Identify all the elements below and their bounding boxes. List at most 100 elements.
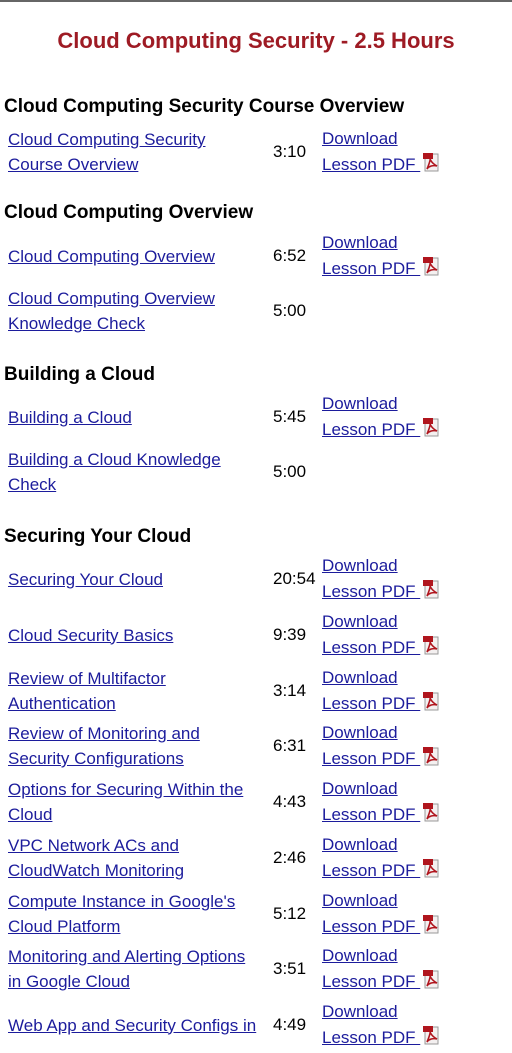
download-label: Download [322,556,398,575]
lesson-title-cell: Cloud Computing Overview [8,228,268,284]
download-label: Download [322,946,398,965]
lesson-row: Options for Securing Within the Cloud 4:43… [0,774,512,830]
download-pdf-link[interactable]: Download Lesson PDF [322,609,440,661]
lesson-title-line1: Monitoring and Alerting Options [8,947,246,966]
lesson-title-cell: Review of Multifactor Authentication [8,663,268,719]
lesson-title-cell: Cloud Computing Overview Knowledge Check [8,283,268,339]
download-cell: Download Lesson PDF [322,607,440,663]
lesson-link[interactable]: Web App and Security Configs in [8,1013,256,1038]
download-label: Download [322,394,398,413]
lesson-duration: 4:43 [273,792,307,811]
download-cell: Download Lesson PDF [322,551,440,607]
lesson-duration: 5:12 [273,904,307,923]
download-pdf-link[interactable]: Download Lesson PDF [322,999,440,1051]
download-cell: Download Lesson PDF [322,389,440,445]
pdf-icon [423,418,439,437]
pdf-icon [423,915,439,934]
lesson-title-cell: Building a Cloud [8,389,268,445]
download-pdf-link[interactable]: Download Lesson PDF [322,126,440,178]
pdf-icon [423,257,439,276]
lesson-duration: 9:39 [273,625,307,644]
lesson-title-line1: Building a Cloud [8,407,132,427]
pdf-icon [423,580,439,599]
lesson-link[interactable]: Compute Instance in Google's Cloud Platfo… [8,889,235,939]
lesson-title-line1: Review of Multifactor [8,669,166,688]
lesson-link[interactable]: Options for Securing Within the Cloud [8,777,243,827]
lesson-pdf-label: Lesson PDF [322,259,421,278]
lesson-link[interactable]: VPC Network ACs and CloudWatch Monitoring [8,833,184,883]
lesson-link[interactable]: Cloud Computing Security Course Overview [8,127,205,177]
lesson-row: Review of Multifactor Authentication 3:14 D… [0,663,512,719]
lesson-row: Building a Cloud 5:45 Download Lesson PDF [0,389,512,445]
download-label: Download [322,612,398,631]
lesson-link[interactable]: Securing Your Cloud [8,567,163,592]
lesson-title-cell: Options for Securing Within the Cloud [8,774,268,830]
download-label: Download [322,723,398,742]
download-cell: Download Lesson PDF [322,997,440,1053]
lesson-duration: 5:00 [273,462,307,481]
lesson-title-line2: Security Configurations [8,749,184,768]
lesson-link[interactable]: Review of Monitoring and Security Configu… [8,721,200,771]
lesson-link[interactable]: Monitoring and Alerting Options in Google… [8,944,245,994]
lesson-pdf-label: Lesson PDF [322,972,421,991]
download-pdf-link[interactable]: Download Lesson PDF [322,720,440,772]
pdf-icon [423,803,439,822]
download-label: Download [322,233,398,252]
lesson-link[interactable]: Cloud Computing Overview Knowledge Check [8,286,215,336]
lesson-pdf-label: Lesson PDF [322,420,421,439]
lesson-title-line1: Compute Instance in Google's [8,892,236,911]
lesson-title-line1: Securing Your Cloud [8,569,164,589]
download-pdf-link[interactable]: Download Lesson PDF [322,391,440,443]
download-label: Download [322,1002,398,1021]
download-pdf-link[interactable]: Download Lesson PDF [322,888,440,940]
lesson-row: Cloud Security Basics 9:39 Download Lesson … [0,607,512,663]
lesson-pdf-label: Lesson PDF [322,861,421,880]
lesson-row: Cloud Computing Overview 6:52 Download Less… [0,228,512,284]
lesson-title-line1: Cloud Computing Overview [8,289,215,308]
lesson-link[interactable]: Building a Cloud Knowledge Check [8,447,221,497]
lesson-title-line1: VPC Network ACs and [8,836,180,855]
lesson-title-cell: Cloud Computing Security Course Overview [8,124,268,180]
lesson-link[interactable]: Building a Cloud [8,405,132,430]
lesson-row: Monitoring and Alerting Options in Google… [0,941,512,997]
download-label: Download [322,129,398,148]
pdf-icon [423,859,439,878]
download-pdf-link[interactable]: Download Lesson PDF [322,665,440,717]
download-pdf-link[interactable]: Download Lesson PDF [322,943,440,995]
lesson-pdf-label: Lesson PDF [322,917,421,936]
download-label: Download [322,835,398,854]
lesson-row: Compute Instance in Google's Cloud Platfo… [0,886,512,942]
lesson-duration: 6:52 [273,246,307,265]
lesson-pdf-label: Lesson PDF [322,582,421,601]
download-cell: Download Lesson PDF [322,886,440,942]
lesson-title-cell: Cloud Security Basics [8,607,268,663]
pdf-icon [423,1026,439,1045]
lesson-link[interactable]: Cloud Computing Overview [8,244,215,269]
lesson-duration: 3:14 [273,681,307,700]
lesson-link[interactable]: Cloud Security Basics [8,623,173,648]
lesson-title-line2: Course Overview [8,155,139,174]
lesson-title-line2: Check [8,475,57,494]
lesson-duration: 3:10 [273,142,307,161]
section-heading: Cloud Computing Overview [4,202,254,223]
lesson-link[interactable]: Review of Multifactor Authentication [8,666,166,716]
lesson-title-line1: Cloud Computing Security [8,130,206,149]
download-pdf-link[interactable]: Download Lesson PDF [322,230,440,282]
download-pdf-link[interactable]: Download Lesson PDF [322,776,440,828]
download-label: Download [322,779,398,798]
lesson-pdf-label: Lesson PDF [322,749,421,768]
lesson-duration: 2:46 [273,848,307,867]
lesson-title-line1: Options for Securing Within the [8,780,244,799]
lesson-title-line2: in Google Cloud [8,972,130,991]
download-pdf-link[interactable]: Download Lesson PDF [322,553,440,605]
lesson-pdf-label: Lesson PDF [322,1028,421,1047]
lesson-duration: 5:00 [273,301,307,320]
lesson-title-line1: Review of Monitoring and [8,724,200,743]
lesson-title-cell: Compute Instance in Google's Cloud Platfo… [8,886,268,942]
download-pdf-link[interactable]: Download Lesson PDF [322,832,440,884]
lesson-title-line2: Cloud Platform [8,917,121,936]
lesson-duration: 3:51 [273,959,307,978]
lesson-title-line1: Web App and Security Configs in [8,1015,257,1035]
lesson-title-cell: Securing Your Cloud [8,551,268,607]
lesson-duration: 6:31 [273,736,307,755]
